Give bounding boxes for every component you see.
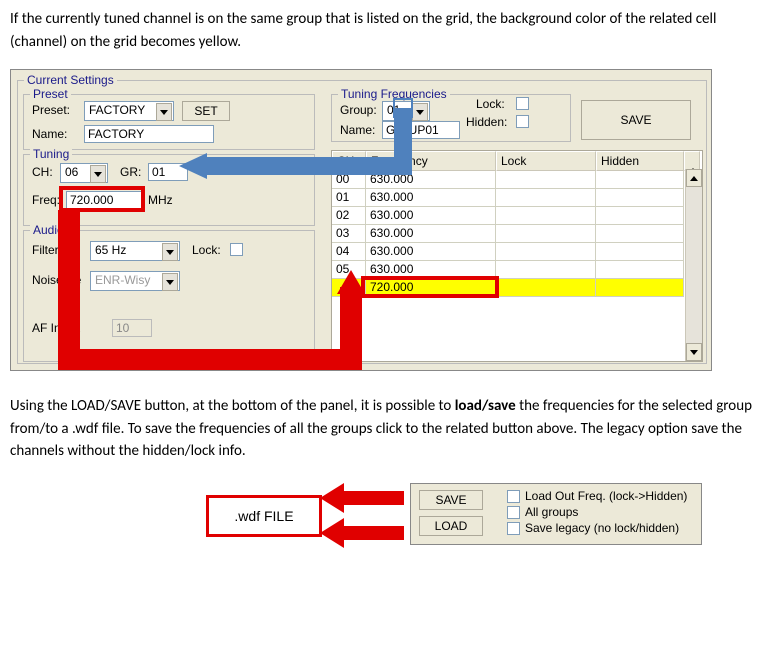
checkbox-load-out-freq[interactable] bbox=[507, 490, 520, 503]
intro-paragraph-1: If the currently tuned channel is on the… bbox=[10, 8, 755, 53]
figure-wdf-file: .wdf FILE SAVE LOAD Load Out Freq. (lock… bbox=[110, 479, 710, 559]
annotation-arrow-save bbox=[320, 483, 410, 553]
checkbox-save-legacy[interactable] bbox=[507, 522, 520, 535]
save-button[interactable]: SAVE bbox=[419, 490, 483, 510]
p2-bold: load/save bbox=[455, 397, 516, 415]
label-save-legacy: Save legacy (no lock/hidden) bbox=[525, 521, 679, 535]
figure-current-settings: Current Settings Preset Preset: FACTORY … bbox=[10, 69, 712, 371]
p2-part-a: Using the LOAD/SAVE button, at the botto… bbox=[10, 397, 455, 415]
wdf-file-box: .wdf FILE bbox=[206, 495, 322, 537]
wdf-panel: SAVE LOAD Load Out Freq. (lock->Hidden) … bbox=[410, 483, 702, 545]
annotation-blue-arrow bbox=[11, 70, 711, 370]
label-all-groups: All groups bbox=[525, 505, 578, 519]
load-button[interactable]: LOAD bbox=[419, 516, 483, 536]
checkbox-all-groups[interactable] bbox=[507, 506, 520, 519]
label-load-out-freq: Load Out Freq. (lock->Hidden) bbox=[525, 489, 687, 503]
intro-paragraph-2: Using the LOAD/SAVE button, at the botto… bbox=[10, 395, 755, 463]
